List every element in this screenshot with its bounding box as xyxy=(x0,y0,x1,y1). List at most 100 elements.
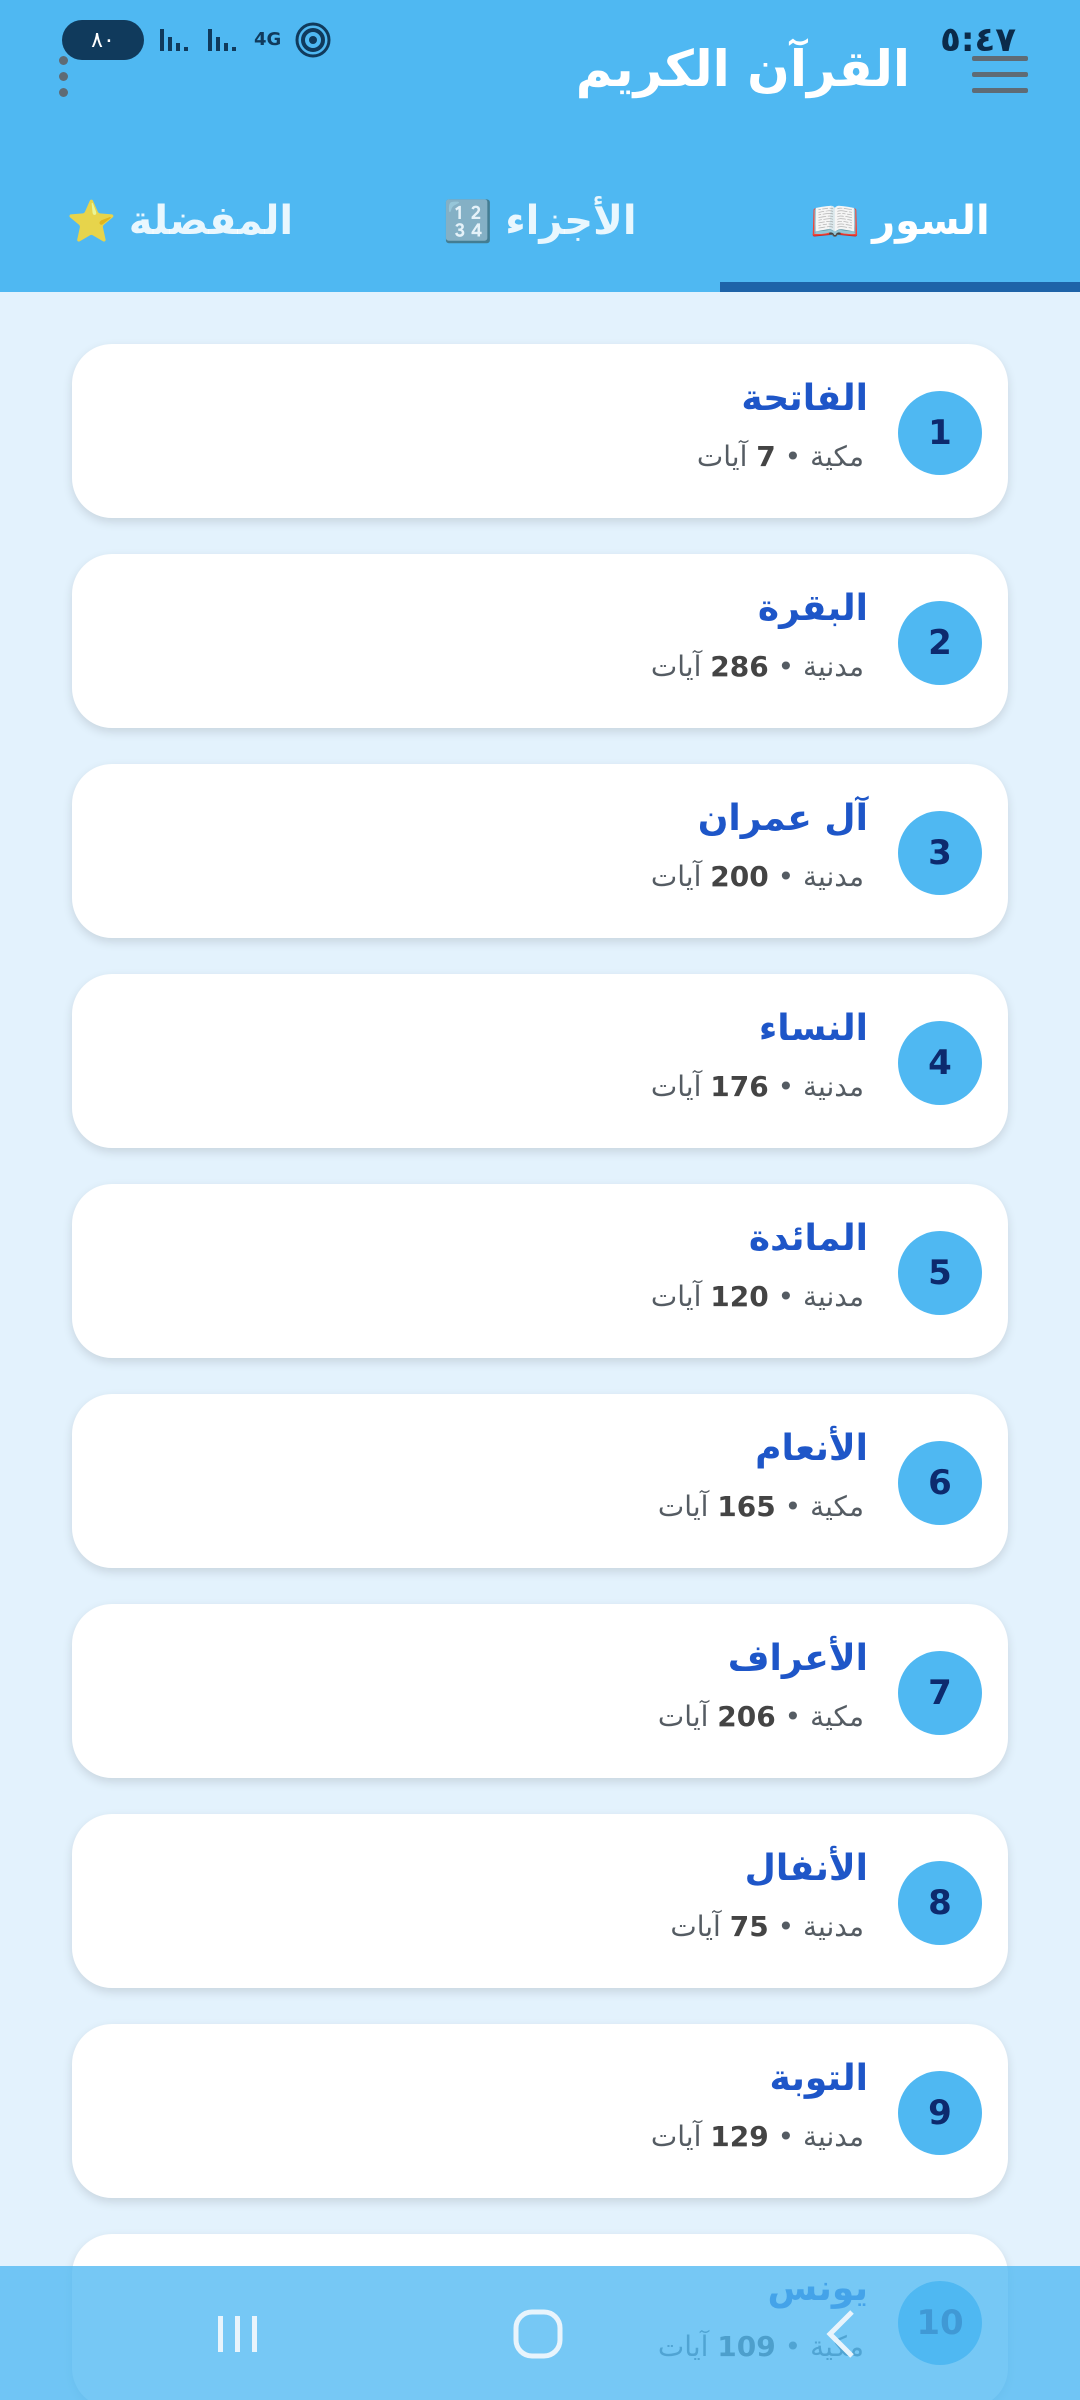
ayat-label: آيات xyxy=(670,1910,721,1943)
tab-label: المفضلة xyxy=(128,198,294,244)
tab-juz[interactable]: 🔢 الأجزاء xyxy=(360,150,720,292)
separator: • xyxy=(777,860,795,893)
surah-number: 4 xyxy=(898,1021,982,1105)
ayat-count: 176 xyxy=(710,1070,769,1103)
surah-name: المائدة xyxy=(748,1218,868,1259)
surah-card[interactable]: 5 المائدة مدنية • 120 آيات xyxy=(72,1184,1008,1358)
surah-name: الأعراف xyxy=(727,1638,868,1679)
surah-name: التوبة xyxy=(769,2058,868,2099)
app-root: ٨٠ 4G ٥:٤٧ القرآن الكريم 📖 السور 🔢 الأجز… xyxy=(0,0,1080,2400)
app-bar: ٨٠ 4G ٥:٤٧ القرآن الكريم 📖 السور 🔢 الأجز… xyxy=(0,0,1080,292)
revelation-type: مدنية xyxy=(803,1910,864,1943)
ayat-count: 286 xyxy=(710,650,769,683)
separator: • xyxy=(777,2120,795,2153)
tab-surahs[interactable]: 📖 السور xyxy=(720,150,1080,292)
surah-meta: مكية • 165 آيات xyxy=(658,1490,864,1523)
tab-label: الأجزاء xyxy=(505,198,637,244)
signal-icon xyxy=(160,29,188,51)
revelation-type: مكية xyxy=(810,1490,864,1523)
revelation-type: مدنية xyxy=(803,650,864,683)
separator: • xyxy=(777,650,795,683)
surah-number: 8 xyxy=(898,1861,982,1945)
tab-bar: 📖 السور 🔢 الأجزاء ⭐ المفضلة xyxy=(0,150,1080,292)
revelation-type: مكية xyxy=(810,440,864,473)
surah-card[interactable]: 3 آل عمران مدنية • 200 آيات xyxy=(72,764,1008,938)
surah-card[interactable]: 6 الأنعام مكية • 165 آيات xyxy=(72,1394,1008,1568)
surah-meta: مدنية • 120 آيات xyxy=(651,1280,864,1313)
surah-number: 7 xyxy=(898,1651,982,1735)
ayat-count: 129 xyxy=(710,2120,769,2153)
star-icon: ⭐ xyxy=(66,198,117,245)
surah-number: 1 xyxy=(898,391,982,475)
battery-level: ٨٠ xyxy=(91,27,115,53)
revelation-type: مدنية xyxy=(803,860,864,893)
network-type: 4G xyxy=(254,29,282,50)
separator: • xyxy=(784,1700,802,1733)
surah-card[interactable]: 4 النساء مدنية • 176 آيات xyxy=(72,974,1008,1148)
surah-card[interactable]: 7 الأعراف مكية • 206 آيات xyxy=(72,1604,1008,1778)
separator: • xyxy=(784,1490,802,1523)
back-icon[interactable] xyxy=(812,2304,872,2364)
surah-meta: مدنية • 286 آيات xyxy=(651,650,864,683)
tab-label: السور xyxy=(872,198,990,244)
status-bar: ٨٠ 4G ٥:٤٧ xyxy=(0,14,1080,74)
ayat-label: آيات xyxy=(650,1280,702,1313)
status-time: ٥:٤٧ xyxy=(940,20,1016,60)
surah-number: 9 xyxy=(898,2071,982,2155)
surah-meta: مدنية • 176 آيات xyxy=(651,1070,864,1103)
surah-card[interactable]: 2 البقرة مدنية • 286 آيات xyxy=(72,554,1008,728)
surah-number: 3 xyxy=(898,811,982,895)
surah-name: النساء xyxy=(758,1008,868,1049)
menu-icon[interactable] xyxy=(972,56,1028,96)
ayat-label: آيات xyxy=(650,2120,702,2153)
surah-card[interactable]: 9 التوبة مدنية • 129 آيات xyxy=(72,2024,1008,2198)
surah-meta: مدنية • 200 آيات xyxy=(651,860,864,893)
revelation-type: مدنية xyxy=(803,1280,864,1313)
surah-meta: مكية • 206 آيات xyxy=(658,1700,864,1733)
ayat-label: آيات xyxy=(657,1490,709,1523)
ayat-label: آيات xyxy=(650,650,702,683)
numbers-icon: 🔢 xyxy=(443,198,494,245)
book-icon: 📖 xyxy=(810,198,861,245)
surah-name: الأنعام xyxy=(755,1428,868,1469)
surah-card[interactable]: 8 الأنفال مدنية • 75 آيات xyxy=(72,1814,1008,1988)
surah-number: 2 xyxy=(898,601,982,685)
ayat-label: آيات xyxy=(657,1700,709,1733)
more-options-icon[interactable] xyxy=(54,56,72,106)
revelation-type: مدنية xyxy=(803,2120,864,2153)
hotspot-icon xyxy=(295,22,331,58)
ayat-count: 165 xyxy=(717,1490,776,1523)
ayat-count: 7 xyxy=(756,440,776,473)
ayat-count: 206 xyxy=(717,1700,776,1733)
surah-meta: مدنية • 75 آيات xyxy=(670,1910,864,1943)
separator: • xyxy=(777,1280,795,1313)
status-icons: ٨٠ 4G xyxy=(62,20,331,60)
battery-indicator: ٨٠ xyxy=(62,20,144,60)
tab-favorites[interactable]: ⭐ المفضلة xyxy=(0,150,360,292)
page-title: القرآن الكريم xyxy=(575,40,910,98)
surah-meta: مكية • 7 آيات xyxy=(697,440,864,473)
surah-card[interactable]: 1 الفاتحة مكية • 7 آيات xyxy=(72,344,1008,518)
signal-icon-2 xyxy=(208,29,236,51)
surah-number: 6 xyxy=(898,1441,982,1525)
surah-name: الفاتحة xyxy=(741,378,868,419)
separator: • xyxy=(777,1070,795,1103)
separator: • xyxy=(784,440,802,473)
system-nav-bar xyxy=(0,2266,1080,2400)
ayat-label: آيات xyxy=(650,860,702,893)
surah-name: الأنفال xyxy=(744,1848,868,1889)
recent-apps-icon[interactable] xyxy=(208,2304,268,2364)
surah-list: 1 الفاتحة مكية • 7 آيات 2 البقرة مدنية • 286 … xyxy=(72,344,1008,2400)
surah-number: 5 xyxy=(898,1231,982,1315)
surah-meta: مدنية • 129 آيات xyxy=(651,2120,864,2153)
ayat-label: آيات xyxy=(650,1070,702,1103)
ayat-label: آيات xyxy=(696,440,748,473)
surah-name: البقرة xyxy=(757,588,868,629)
surah-name: آل عمران xyxy=(697,798,868,839)
home-icon[interactable] xyxy=(508,2304,568,2364)
revelation-type: مدنية xyxy=(803,1070,864,1103)
ayat-count: 120 xyxy=(710,1280,769,1313)
revelation-type: مكية xyxy=(810,1700,864,1733)
ayat-count: 75 xyxy=(729,1910,769,1943)
ayat-count: 200 xyxy=(710,860,769,893)
